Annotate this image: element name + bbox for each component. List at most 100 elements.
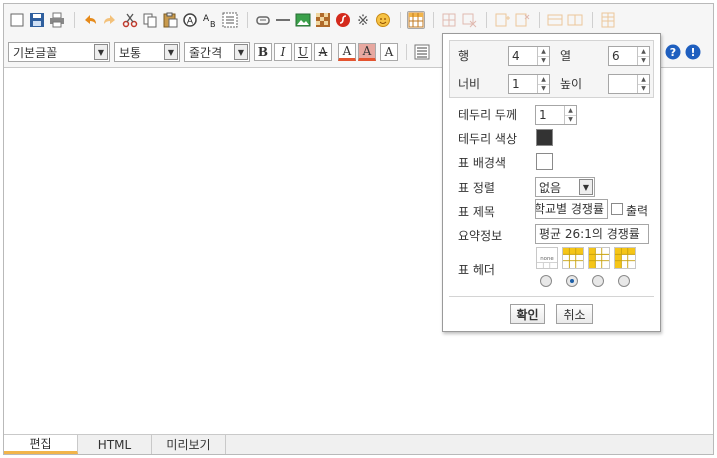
special-char-icon[interactable]: ※ — [354, 11, 372, 29]
new-document-icon[interactable] — [8, 11, 26, 29]
border-color-label: 테두리 색상 — [458, 132, 518, 146]
tab-edit[interactable]: 편집 — [4, 435, 78, 454]
separator — [400, 12, 401, 28]
height-value — [609, 75, 637, 93]
separator — [592, 12, 593, 28]
align-icon[interactable] — [413, 43, 431, 61]
undo-icon[interactable] — [81, 11, 99, 29]
spin-up-icon[interactable]: ▲ — [638, 75, 649, 84]
font-family-value: 기본글꼴 — [13, 45, 58, 60]
toolbar-row-2: 기본글꼴 ▼ 보통 ▼ 줄간격 ▼ B I U A A A A — [8, 40, 433, 64]
underline-button[interactable]: U — [294, 43, 312, 61]
strikethrough-button[interactable]: A — [314, 43, 332, 61]
line-spacing-value: 줄간격 — [189, 45, 223, 60]
info-icon[interactable]: ! — [684, 43, 702, 61]
spin-up-icon[interactable]: ▲ — [565, 106, 576, 115]
size-group: 행 4 ▲ ▼ 열 6 ▲ ▼ 너비 1 ▲ ▼ 높이 ▲ ▼ — [449, 40, 654, 98]
table-delete-icon — [460, 11, 478, 29]
bold-button[interactable]: B — [254, 43, 272, 61]
find-icon[interactable]: A — [181, 11, 199, 29]
border-width-label: 테두리 두께 — [458, 108, 518, 122]
spin-down-icon[interactable]: ▼ — [638, 55, 649, 66]
caption-input[interactable]: 학교별 경쟁률 — [535, 199, 608, 219]
svg-text:A: A — [187, 17, 194, 27]
image-icon[interactable] — [294, 11, 312, 29]
header-none-option[interactable]: none — [536, 247, 558, 269]
width-label: 너비 — [458, 77, 481, 91]
font-family-select[interactable]: 기본글꼴 ▼ — [8, 42, 110, 62]
separator — [406, 44, 407, 60]
border-color-swatch[interactable] — [536, 129, 553, 146]
separator — [247, 12, 248, 28]
rows-stepper[interactable]: 4 ▲ ▼ — [508, 46, 550, 66]
line-spacing-select[interactable]: 줄간격 ▼ — [184, 42, 250, 62]
link-icon[interactable] — [254, 11, 272, 29]
header-both-radio[interactable] — [618, 275, 630, 287]
chevron-down-icon: ▼ — [164, 44, 178, 60]
clear-format-button[interactable]: A — [380, 43, 398, 61]
font-color-button[interactable]: A — [338, 43, 356, 61]
bg-color-swatch[interactable] — [536, 153, 553, 170]
redo-icon[interactable] — [101, 11, 119, 29]
chevron-down-icon: ▼ — [234, 44, 248, 60]
header-both-option[interactable] — [614, 247, 636, 269]
tab-preview[interactable]: 미리보기 — [152, 435, 226, 454]
spin-down-icon[interactable]: ▼ — [565, 114, 576, 125]
select-all-icon[interactable] — [221, 11, 239, 29]
horizontal-rule-icon[interactable] — [274, 11, 292, 29]
media-icon[interactable] — [314, 11, 332, 29]
header-top-option[interactable] — [562, 247, 584, 269]
cut-icon[interactable] — [121, 11, 139, 29]
separator — [539, 12, 540, 28]
table-insert-dialog: 행 4 ▲ ▼ 열 6 ▲ ▼ 너비 1 ▲ ▼ 높이 ▲ ▼ 테두리 두께 1 ▲ ▼ … — [442, 33, 661, 332]
spin-up-icon[interactable]: ▲ — [638, 47, 649, 56]
cols-label: 열 — [560, 49, 572, 63]
spin-down-icon[interactable]: ▼ — [538, 55, 549, 66]
replace-icon[interactable]: AB — [201, 11, 219, 29]
paste-icon[interactable] — [161, 11, 179, 29]
spin-down-icon[interactable]: ▼ — [538, 83, 549, 94]
header-left-radio[interactable] — [592, 275, 604, 287]
width-stepper[interactable]: 1 ▲ ▼ — [508, 74, 550, 94]
copy-icon[interactable] — [141, 11, 159, 29]
italic-button[interactable]: I — [274, 43, 292, 61]
emoticon-icon[interactable] — [374, 11, 392, 29]
flash-icon[interactable] — [334, 11, 352, 29]
header-top-radio[interactable] — [566, 275, 578, 287]
table-insert-icon[interactable] — [407, 11, 425, 29]
tab-html[interactable]: HTML — [78, 435, 152, 454]
help-icon[interactable]: ? — [664, 43, 682, 61]
align-select[interactable]: 없음 ▼ — [535, 177, 595, 197]
separator — [433, 12, 434, 28]
height-stepper[interactable]: ▲ ▼ — [608, 74, 650, 94]
table-row-add-icon — [546, 11, 564, 29]
cancel-button[interactable]: 취소 — [556, 304, 593, 324]
border-width-value: 1 — [539, 108, 547, 122]
caption-label: 표 제목 — [458, 205, 495, 219]
confirm-button[interactable]: 확인 — [510, 304, 545, 324]
cols-stepper[interactable]: 6 ▲ ▼ — [608, 46, 650, 66]
font-size-select[interactable]: 보통 ▼ — [114, 42, 180, 62]
background-color-button[interactable]: A — [358, 43, 376, 61]
summary-input[interactable]: 평균 26:1의 경쟁률 — [535, 224, 649, 244]
header-none-text: none — [540, 256, 554, 262]
height-label: 높이 — [560, 77, 583, 91]
header-none-radio[interactable] — [540, 275, 552, 287]
print-icon[interactable] — [48, 11, 66, 29]
spin-down-icon[interactable]: ▼ — [638, 83, 649, 94]
svg-text:!: ! — [690, 46, 695, 59]
caption-print-checkbox[interactable] — [611, 203, 623, 215]
spin-up-icon[interactable]: ▲ — [538, 75, 549, 84]
chevron-down-icon: ▼ — [579, 179, 593, 195]
table-col-add-icon — [493, 11, 511, 29]
font-size-value: 보통 — [119, 45, 142, 60]
table-merge-icon — [440, 11, 458, 29]
header-left-option[interactable] — [588, 247, 610, 269]
chevron-down-icon: ▼ — [94, 44, 108, 60]
svg-text:?: ? — [670, 46, 676, 59]
spin-up-icon[interactable]: ▲ — [538, 47, 549, 56]
table-props-icon — [599, 11, 617, 29]
border-width-stepper[interactable]: 1 ▲ ▼ — [535, 105, 577, 125]
save-icon[interactable] — [28, 11, 46, 29]
toolbar-row-1: A AB ※ — [8, 8, 619, 32]
